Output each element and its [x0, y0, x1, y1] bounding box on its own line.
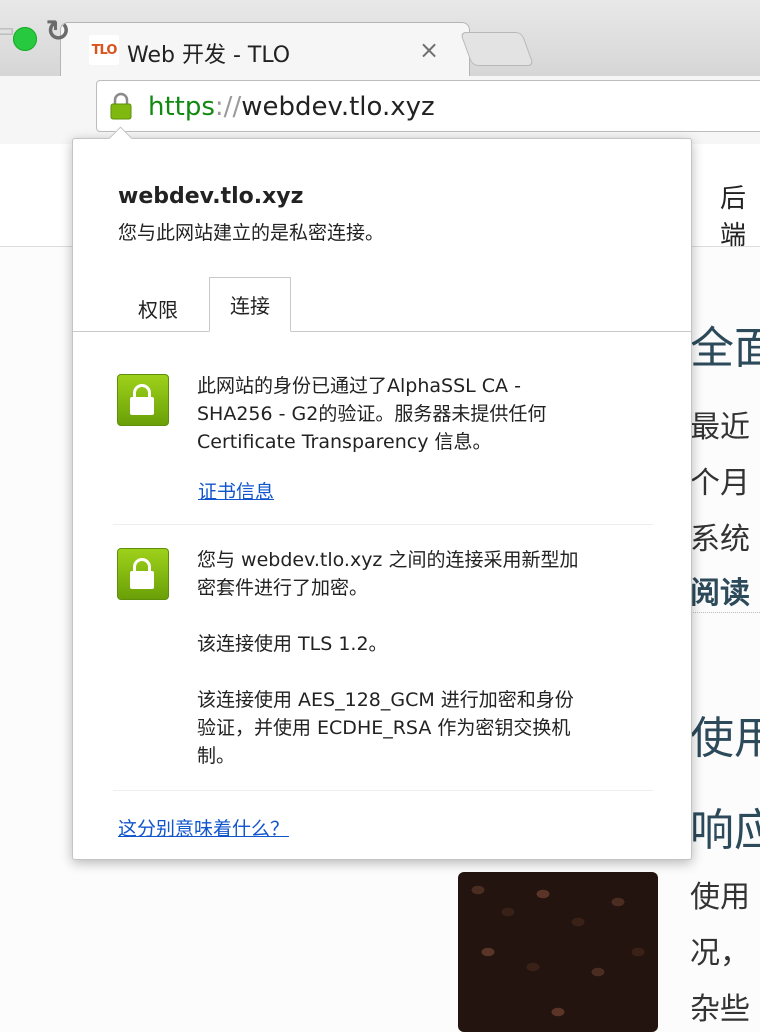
new-tab-button[interactable]: [459, 32, 535, 66]
section-divider: [113, 790, 653, 791]
popup-tabs-divider: [73, 331, 691, 332]
popup-site-host: webdev.tlo.xyz: [118, 184, 304, 209]
article-excerpt-line: 使用: [690, 880, 750, 915]
article-title-1[interactable]: 全面: [690, 312, 760, 376]
article-excerpt-line: 况，: [690, 936, 750, 971]
back-arrow-icon[interactable]: ⇦: [0, 14, 20, 50]
identity-text-line: SHA256 - G2的验证。服务器未提供任何: [197, 403, 547, 425]
encryption-text-line: 您与 webdev.tlo.xyz 之间的连接采用新型加: [197, 549, 579, 571]
url-host: webdev.tlo.xyz: [241, 92, 435, 122]
article-excerpt-line: 最近: [690, 410, 750, 445]
tab-connection[interactable]: 连接: [209, 277, 291, 332]
article-excerpt-line: 个月: [690, 466, 750, 501]
cipher-text-line: 该连接使用 AES_128_GCM 进行加密和身份: [197, 689, 574, 711]
article-title-2[interactable]: 使用: [690, 702, 760, 766]
tab-permissions[interactable]: 权限: [118, 294, 198, 323]
site-favicon-icon: TLO: [89, 35, 119, 65]
identity-text-line: Certificate Transparency 信息。: [197, 431, 492, 453]
tls-version-text: 该连接使用 TLS 1.2。: [197, 633, 388, 655]
browser-tab[interactable]: TLO Web 开发 - TLO ×: [60, 22, 470, 78]
cipher-text-line: 验证，并使用 ECDHE_RSA 作为密钥交换机: [197, 717, 571, 739]
encryption-lock-icon: [117, 548, 169, 600]
reload-icon[interactable]: ↻: [40, 14, 76, 50]
identity-text-line: 此网站的身份已通过了AlphaSSL CA -: [197, 375, 521, 397]
identity-lock-icon: [117, 374, 169, 426]
section-divider: [113, 524, 653, 525]
tab-close-icon[interactable]: ×: [419, 35, 439, 65]
certificate-info-link[interactable]: 证书信息: [198, 477, 274, 504]
divider: [690, 612, 760, 613]
popup-connection-summary: 您与此网站建立的是私密连接。: [118, 222, 385, 244]
url-scheme: https: [148, 92, 215, 122]
encryption-text-line: 密套件进行了加密。: [197, 577, 369, 599]
url-separator: ://: [214, 92, 242, 122]
secure-lock-icon[interactable]: [108, 92, 134, 120]
site-nav-item[interactable]: 后端: [720, 178, 760, 252]
article-thumbnail-coffee-beans[interactable]: [458, 872, 658, 1032]
article-excerpt-line: 杂些: [690, 992, 750, 1027]
site-info-popup: [72, 138, 692, 860]
tab-title: Web 开发 - TLO: [127, 43, 291, 68]
article-title-2-cont[interactable]: 响应: [690, 794, 760, 858]
read-more-link[interactable]: 阅读: [690, 568, 750, 612]
cipher-text-line: 制。: [197, 745, 236, 767]
url-text[interactable]: https://webdev.tlo.xyz: [148, 92, 435, 122]
article-excerpt-line: 系统: [690, 522, 750, 557]
help-link[interactable]: 这分别意味着什么？: [118, 814, 289, 841]
